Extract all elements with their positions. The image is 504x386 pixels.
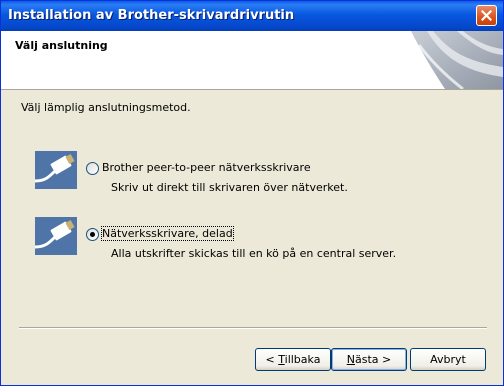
network-cable-icon (35, 217, 77, 255)
option-label-shared-network[interactable]: Nätverksskrivare, delad (101, 226, 234, 241)
radio-peer-to-peer[interactable] (86, 162, 99, 175)
option-desc-shared-network: Alla utskrifter skickas till en kö på en… (111, 247, 397, 260)
back-button-label: illbaka (284, 353, 321, 366)
network-cable-icon (35, 151, 77, 189)
cancel-button-label: Avbryt (430, 353, 466, 366)
title-bar[interactable]: Installation av Brother-skrivardrivrutin (1, 1, 503, 31)
next-button-mnemonic: N (346, 353, 355, 366)
radio-selected-dot (90, 232, 95, 237)
brother-header-art-icon (411, 31, 503, 89)
option-label-peer-to-peer[interactable]: Brother peer-to-peer nätverksskrivare (102, 161, 311, 174)
next-button-label: ästa > (354, 353, 392, 366)
window-title: Installation av Brother-skrivardrivrutin (8, 8, 295, 23)
cancel-button[interactable]: Avbryt (410, 348, 486, 371)
close-button[interactable] (476, 5, 497, 26)
option-desc-peer-to-peer: Skriv ut direkt till skrivaren över nätv… (111, 181, 348, 194)
page-title: Välj anslutning (15, 39, 108, 52)
wizard-header: Välj anslutning (1, 31, 503, 90)
instruction-text: Välj lämplig anslutningsmetod. (21, 101, 191, 114)
radio-shared-network[interactable] (86, 228, 99, 241)
back-button[interactable]: < Tillbaka (255, 348, 331, 371)
separator (19, 327, 487, 329)
next-button[interactable]: Nästa > (331, 348, 407, 371)
close-icon (481, 10, 492, 21)
back-button-prefix: < (265, 353, 279, 366)
installer-window: Installation av Brother-skrivardrivrutin… (0, 0, 504, 386)
